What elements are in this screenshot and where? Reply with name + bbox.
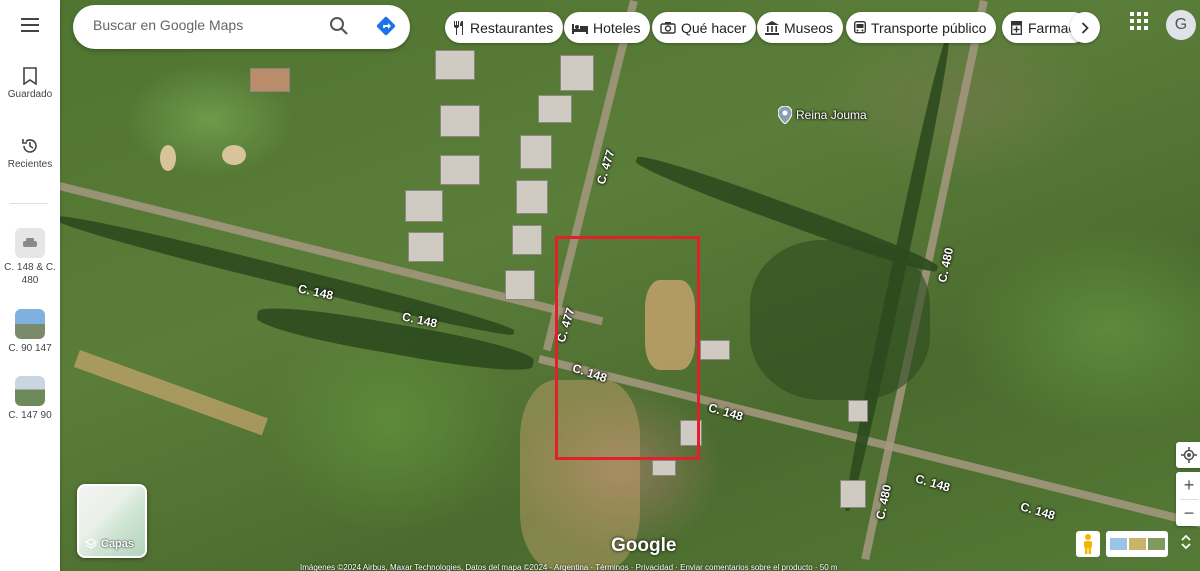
building bbox=[538, 95, 572, 123]
zoom-in-button[interactable]: + bbox=[1176, 472, 1200, 499]
chip-label: Farmac bbox=[1028, 19, 1076, 36]
place-marker[interactable]: Reina Jouma bbox=[778, 106, 867, 124]
recent-thumbnail bbox=[15, 228, 45, 258]
chip-label: Restaurantes bbox=[470, 19, 554, 36]
expand-button[interactable] bbox=[1180, 534, 1192, 555]
building bbox=[700, 340, 730, 360]
pharmacy-icon bbox=[1010, 20, 1023, 35]
satellite-map[interactable]: C. 477 C. 477 C. 148 C. 148 C. 148 C. 14… bbox=[60, 0, 1200, 571]
sand-trap bbox=[160, 145, 176, 171]
account-avatar[interactable]: G bbox=[1166, 10, 1196, 40]
chip-things-to-do[interactable]: Qué hacer bbox=[652, 12, 757, 43]
left-rail: Guardado Recientes C. 148 & C. 480 C. 90… bbox=[0, 0, 60, 571]
pegman-icon bbox=[1084, 534, 1092, 554]
bookmark-icon bbox=[23, 67, 37, 85]
building bbox=[440, 155, 480, 185]
dirt-road bbox=[73, 350, 268, 436]
my-location-button[interactable] bbox=[1176, 442, 1200, 468]
recent-item[interactable]: C. 90 147 bbox=[0, 309, 60, 355]
thumb-map bbox=[1109, 538, 1127, 550]
building bbox=[840, 480, 866, 508]
apps-button[interactable] bbox=[1130, 12, 1148, 35]
thumb-terrain bbox=[1128, 538, 1146, 550]
my-location-icon bbox=[1181, 447, 1197, 463]
chip-label: Hoteles bbox=[593, 19, 641, 36]
search-input[interactable] bbox=[93, 17, 323, 33]
recent-label: C. 148 & C. 480 bbox=[4, 262, 56, 286]
thumb-satellite bbox=[1147, 538, 1165, 550]
building bbox=[652, 460, 676, 476]
apps-grid-icon bbox=[1130, 12, 1148, 30]
building bbox=[250, 68, 290, 92]
recent-label: C. 147 90 bbox=[8, 410, 52, 421]
recents-button[interactable]: Recientes bbox=[0, 137, 60, 170]
building bbox=[512, 225, 542, 255]
zoom-out-button[interactable]: − bbox=[1176, 500, 1200, 527]
chip-label: Qué hacer bbox=[681, 19, 747, 36]
recent-thumbnail bbox=[15, 376, 45, 406]
chip-label: Transporte público bbox=[871, 19, 987, 36]
recent-item[interactable]: C. 147 90 bbox=[0, 376, 60, 422]
camera-icon bbox=[660, 21, 676, 34]
chevron-right-icon bbox=[1081, 21, 1089, 34]
google-logo: Google bbox=[611, 535, 677, 556]
building bbox=[520, 135, 552, 169]
chip-label: Museos bbox=[784, 19, 834, 36]
search-icon[interactable] bbox=[329, 16, 349, 36]
building bbox=[408, 232, 444, 262]
imagery-thumbnails[interactable] bbox=[1106, 531, 1168, 557]
saved-button[interactable]: Guardado bbox=[0, 67, 60, 100]
recent-thumbnail bbox=[15, 309, 45, 339]
chip-restaurants[interactable]: Restaurantes bbox=[445, 12, 564, 43]
chevron-up-down-icon bbox=[1181, 534, 1191, 550]
chip-transit[interactable]: Transporte público bbox=[846, 12, 997, 43]
recents-label: Recientes bbox=[7, 159, 53, 170]
chips-scroll-right-button[interactable] bbox=[1070, 12, 1100, 43]
layers-icon bbox=[85, 538, 97, 549]
recent-item[interactable]: C. 148 & C. 480 bbox=[0, 228, 60, 287]
place-label: Reina Jouma bbox=[796, 108, 867, 122]
layers-button[interactable]: Capas bbox=[77, 484, 147, 558]
recent-label: C. 90 147 bbox=[8, 343, 52, 354]
highlight-rectangle bbox=[555, 236, 700, 460]
street-label: C. 148 bbox=[913, 471, 952, 495]
building bbox=[505, 270, 535, 300]
car-icon bbox=[23, 238, 37, 247]
history-icon bbox=[22, 139, 37, 153]
chip-museums[interactable]: Museos bbox=[757, 12, 844, 43]
directions-icon[interactable] bbox=[375, 15, 397, 37]
pin-icon bbox=[778, 106, 792, 124]
street-view-pegman[interactable] bbox=[1076, 531, 1100, 557]
layers-label: Capas bbox=[101, 538, 135, 550]
bed-icon bbox=[572, 22, 588, 34]
attribution-footer: Imágenes ©2024 Airbus, Maxar Technologie… bbox=[300, 563, 838, 571]
chip-hotels[interactable]: Hoteles bbox=[564, 12, 651, 43]
building bbox=[405, 190, 443, 222]
building bbox=[560, 55, 594, 91]
street-label: C. 480 bbox=[935, 246, 957, 284]
building bbox=[516, 180, 548, 214]
sand-trap bbox=[222, 145, 246, 165]
building bbox=[848, 400, 868, 422]
menu-button[interactable] bbox=[0, 18, 60, 36]
saved-label: Guardado bbox=[7, 89, 53, 100]
divider bbox=[10, 203, 48, 204]
building bbox=[440, 105, 480, 137]
museum-icon bbox=[765, 20, 779, 35]
fork-knife-icon bbox=[453, 20, 465, 35]
search-box[interactable] bbox=[73, 5, 410, 49]
building bbox=[435, 50, 475, 80]
layers-label-wrap: Capas bbox=[85, 538, 134, 550]
zoom-control: + − bbox=[1176, 472, 1200, 526]
hamburger-icon bbox=[21, 18, 39, 32]
street-label: C. 148 bbox=[1018, 499, 1057, 523]
bus-icon bbox=[854, 20, 866, 35]
